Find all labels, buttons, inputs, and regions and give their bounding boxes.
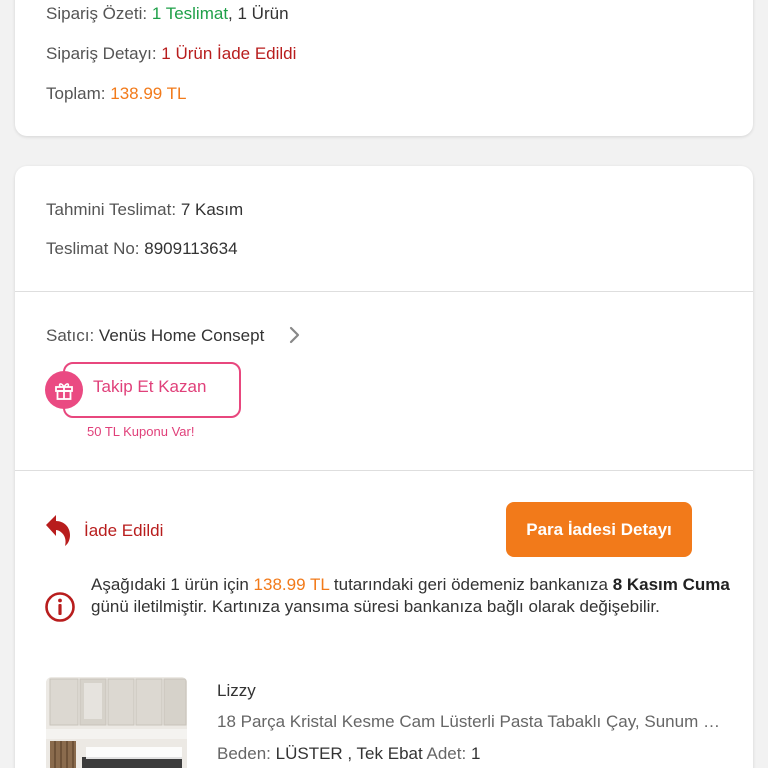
order-summary-items: , 1 Ürün xyxy=(228,4,289,23)
order-total-label: Toplam: xyxy=(46,84,106,103)
quantity-value: 1 xyxy=(470,744,481,763)
order-detail-row: Sipariş Detayı: 1 Ürün İade Edildi xyxy=(46,44,296,64)
estimated-delivery-value: 7 Kasım xyxy=(180,200,244,219)
return-status: İade Edildi xyxy=(84,521,164,540)
seller-label: Satıcı: xyxy=(46,326,95,345)
follow-earn-label: Takip Et Kazan xyxy=(93,377,207,396)
gift-icon xyxy=(45,371,83,409)
order-total-value: 138.99 TL xyxy=(110,84,187,103)
delivery-number-label: Teslimat No: xyxy=(46,239,140,258)
estimated-delivery-label: Tahmini Teslimat: xyxy=(46,200,177,219)
delivery-number-row: Teslimat No: 8909113634 xyxy=(46,239,238,259)
refund-info-amount: 138.99 TL xyxy=(253,575,330,594)
divider xyxy=(15,470,753,471)
return-arrow-icon xyxy=(46,515,70,546)
refund-info-part1: Aşağıdaki 1 ürün için xyxy=(91,575,254,594)
coupon-text: 50 TL Kuponu Var! xyxy=(87,424,195,439)
order-total-row: Toplam: 138.99 TL xyxy=(46,84,187,104)
quantity-label: Adet: xyxy=(426,744,467,763)
divider xyxy=(15,291,753,292)
size-value: LÜSTER , Tek Ebat xyxy=(275,744,423,763)
seller-name: Venüs Home Consept xyxy=(98,326,265,345)
refund-info-part3: günü iletilmiştir. Kartınıza yansıma sür… xyxy=(91,597,660,616)
seller-link[interactable]: Satıcı: Venüs Home Consept xyxy=(46,326,264,346)
delivery-number-value: 8909113634 xyxy=(144,239,238,258)
order-summary-card: Sipariş Özeti: 1 Teslimat, 1 Ürün Sipari… xyxy=(15,0,753,136)
order-summary-row: Sipariş Özeti: 1 Teslimat, 1 Ürün xyxy=(46,4,289,24)
order-summary-deliveries: 1 Teslimat xyxy=(151,4,229,23)
order-summary-label: Sipariş Özeti: xyxy=(46,4,148,23)
product-name[interactable]: 18 Parça Kristal Kesme Cam Lüsterli Past… xyxy=(217,712,722,732)
product-variant-row: Beden: LÜSTER , Tek Ebat Adet: 1 xyxy=(217,744,480,764)
follow-earn-button[interactable]: Takip Et Kazan xyxy=(45,362,245,418)
estimated-delivery-row: Tahmini Teslimat: 7 Kasım xyxy=(46,200,243,220)
order-detail-label: Sipariş Detayı: xyxy=(46,44,157,63)
refund-info-text: Aşağıdaki 1 ürün için 138.99 TL tutarınd… xyxy=(91,574,731,618)
product-image[interactable] xyxy=(46,677,187,768)
order-detail-value: 1 Ürün İade Edildi xyxy=(161,44,297,63)
refund-detail-button[interactable]: Para İadesi Detayı xyxy=(506,502,692,557)
refund-info-part2: tutarındaki geri ödemeniz bankanıza xyxy=(329,575,613,594)
delivery-card: Tahmini Teslimat: 7 Kasım Teslimat No: 8… xyxy=(15,166,753,768)
refund-info-date: 8 Kasım Cuma xyxy=(612,575,730,594)
chevron-right-icon[interactable] xyxy=(288,326,302,344)
product-brand: Lizzy xyxy=(217,681,256,700)
info-icon xyxy=(45,592,75,622)
size-label: Beden: xyxy=(217,744,271,763)
